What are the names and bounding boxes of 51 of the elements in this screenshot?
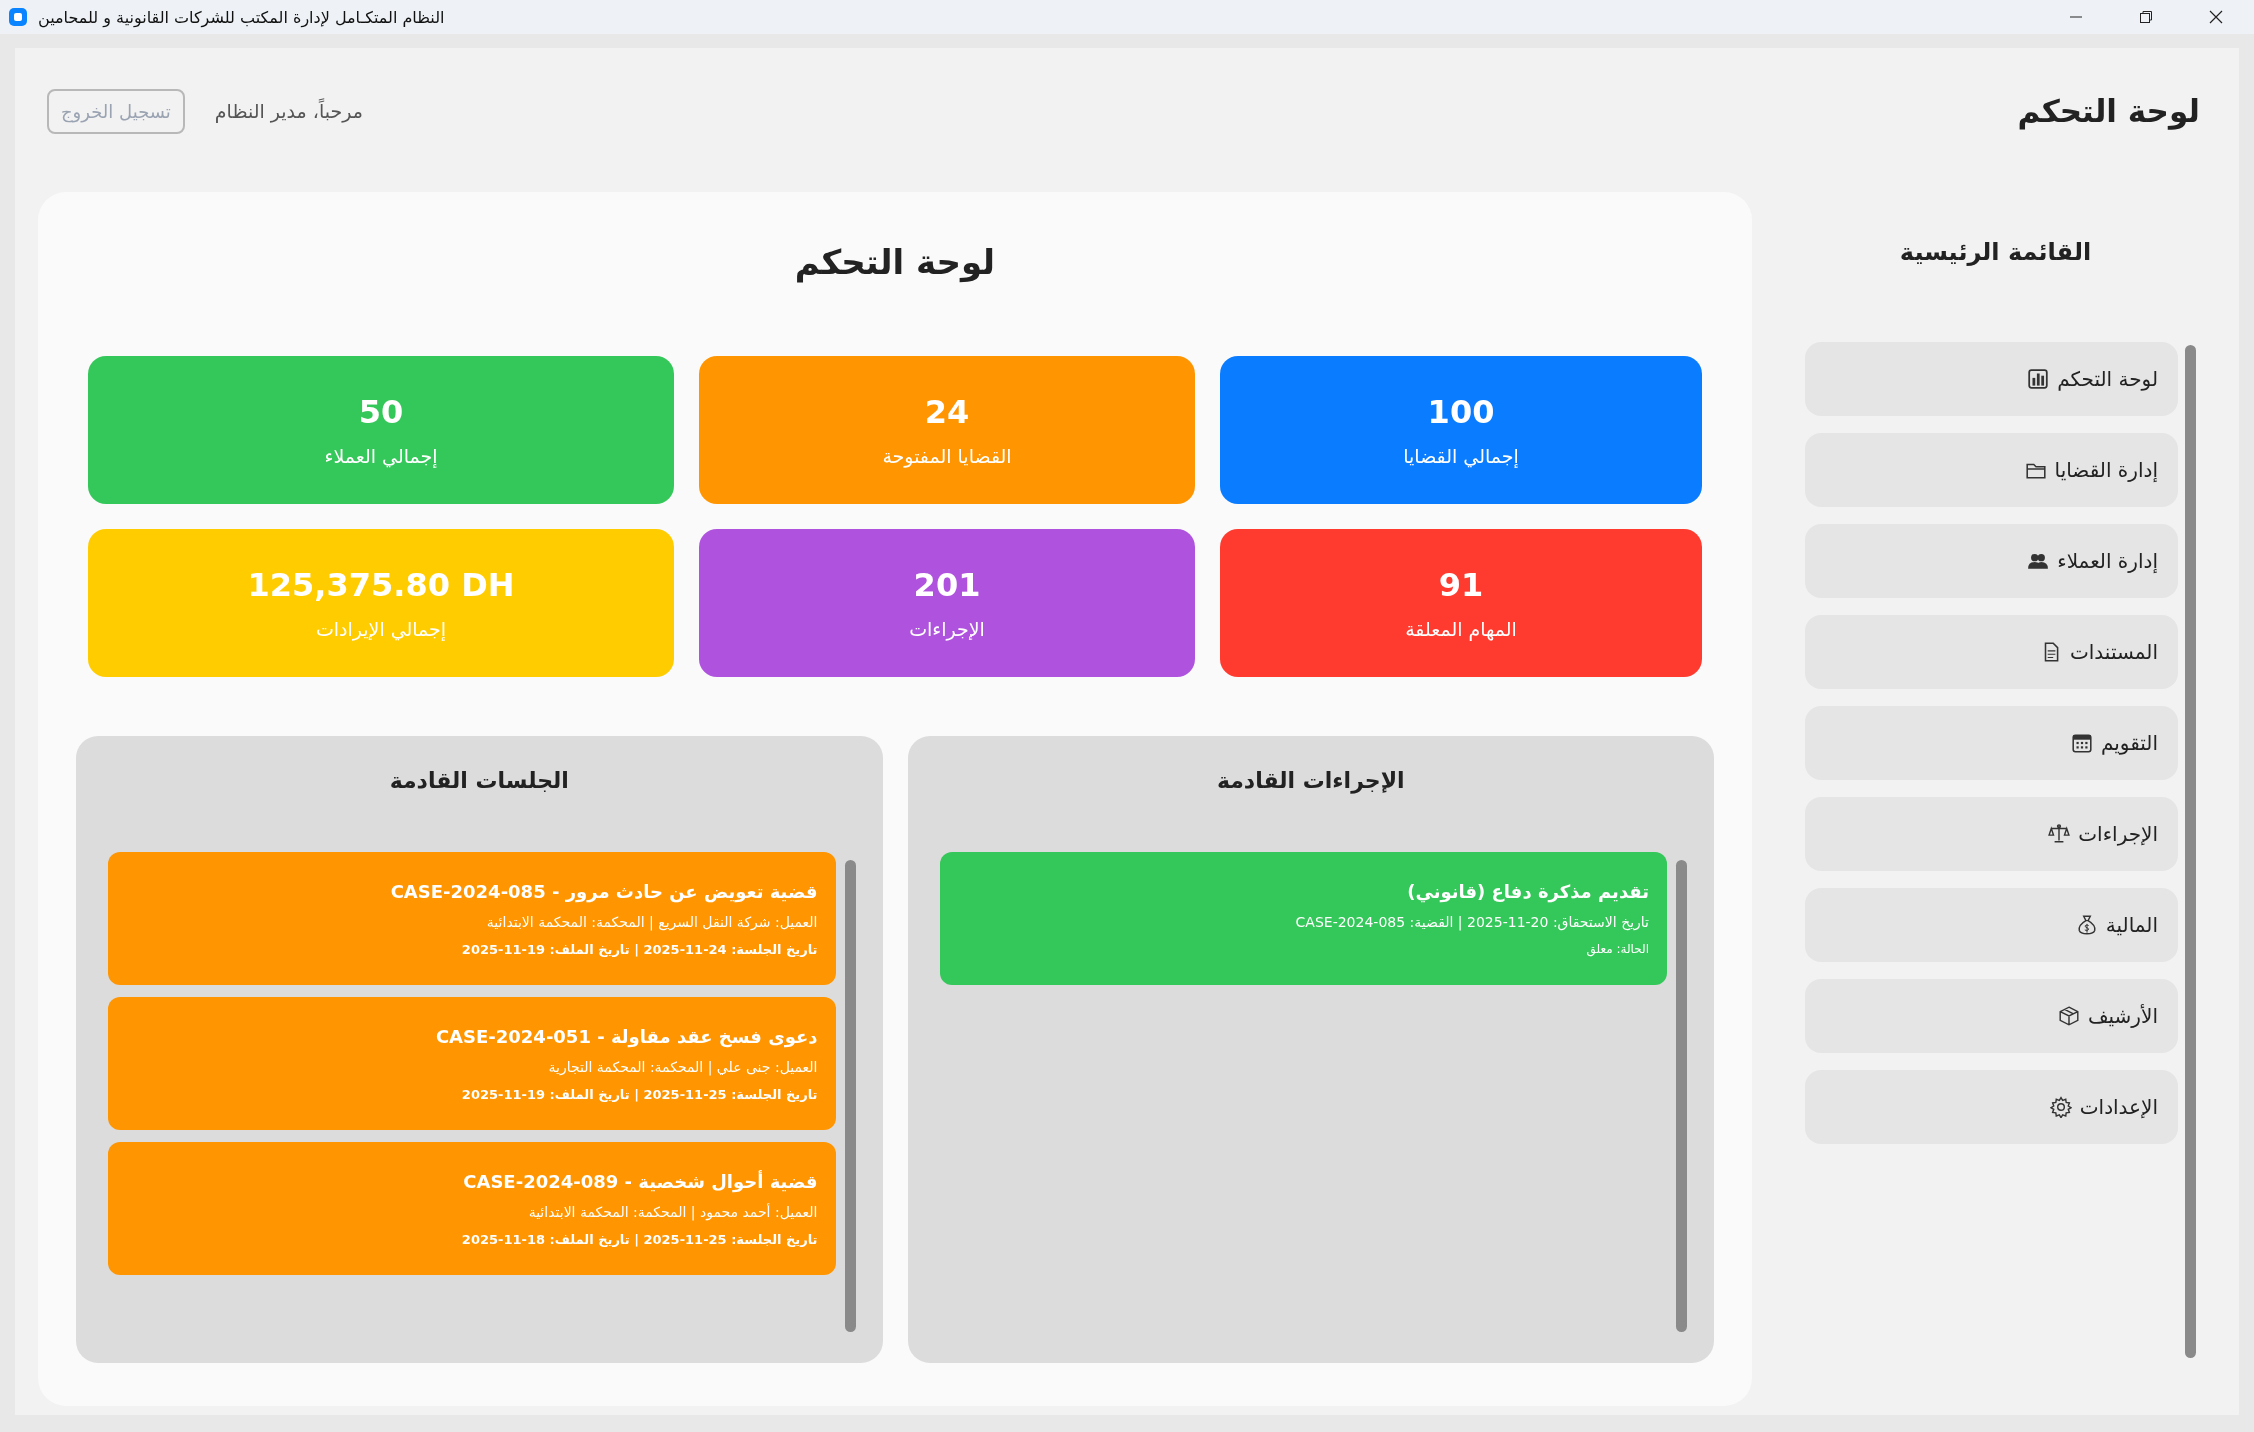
stat-label: إجمالي القضايا bbox=[1403, 445, 1519, 467]
sidebar-item[interactable]: المالية bbox=[1805, 888, 2178, 962]
session-title: قضية تعويض عن حادث مرور - CASE-2024-085 bbox=[389, 880, 818, 902]
close-icon bbox=[2209, 10, 2223, 24]
stat-value: 100 bbox=[1427, 393, 1495, 431]
sidebar-title: القائمة الرئيسية bbox=[1898, 237, 2093, 268]
stat-value: 24 bbox=[924, 393, 970, 431]
settings-icon bbox=[2049, 1096, 2072, 1118]
session-details: العميل: جنى علي | المحكمة: المحكمة التجارية bbox=[547, 1058, 818, 1075]
box-icon bbox=[2057, 1005, 2080, 1027]
session-title: قضية أحوال شخصية - CASE-2024-089 bbox=[462, 1170, 818, 1192]
stat-label: المهام المعلقة bbox=[1405, 618, 1517, 640]
window-title: النظام المتكـامل لإدارة المكتب للشركات القانونية و للمحامين bbox=[38, 7, 445, 27]
stat-value: 125,375.80 DH bbox=[247, 566, 515, 604]
sidebar-item[interactable]: المستندات bbox=[1805, 615, 2178, 689]
sidebar-item[interactable]: الإجراءات bbox=[1805, 797, 2178, 871]
procedure-title: تقديم مذكرة دفاع (قانوني) bbox=[1406, 881, 1649, 902]
dashboard-title: لوحة التحكم bbox=[793, 241, 997, 285]
scrollbar[interactable] bbox=[844, 860, 856, 1332]
stat-value: 50 bbox=[358, 393, 404, 431]
panel-title: الجلسات القادمة bbox=[388, 767, 570, 795]
stat-value: 91 bbox=[1438, 566, 1484, 604]
session-dates: تاريخ الجلسة: 25-11-2025 | تاريخ الملف: 19-11-2025 bbox=[460, 1086, 818, 1102]
stat-label: الإجراءات bbox=[909, 618, 985, 640]
welcome-text: مرحباً، مدير النظام bbox=[214, 100, 363, 122]
sidebar-item[interactable]: الأرشيف bbox=[1805, 979, 2178, 1053]
calendar-icon bbox=[2071, 732, 2093, 754]
page-title: لوحة التحكم bbox=[2017, 93, 2200, 129]
sidebar-item[interactable]: الإعدادات bbox=[1805, 1070, 2178, 1144]
sidebar-item[interactable]: إدارة القضايا bbox=[1805, 433, 2178, 507]
stat-label: إجمالي العملاء bbox=[324, 445, 438, 467]
sidebar-item[interactable]: إدارة العملاء bbox=[1805, 524, 2178, 598]
sidebar-item[interactable]: لوحة التحكم bbox=[1805, 342, 2178, 416]
procedure-details: تاريخ الاستحقاق: 20-11-2025 | القضية: CASE-2024-085 bbox=[1294, 914, 1649, 930]
sidebar-item[interactable]: التقويم bbox=[1805, 706, 2178, 780]
scrollbar[interactable] bbox=[2185, 345, 2196, 1358]
restore-icon bbox=[2139, 10, 2153, 24]
session-dates: تاريخ الجلسة: 24-11-2025 | تاريخ الملف: 19-11-2025 bbox=[460, 941, 818, 957]
stat-label: القضايا المفتوحة bbox=[882, 445, 1012, 467]
procedure-status: الحالة: معلق bbox=[1585, 942, 1649, 956]
session-title: دعوى فسخ عقد مقاولة - CASE-2024-051 bbox=[434, 1025, 818, 1047]
session-details: العميل: أحمد محمود | المحكمة: المحكمة الابتدائية bbox=[527, 1203, 818, 1220]
session-details: العميل: شركة النقل السريع | المحكمة: المحكمة الابتدائية bbox=[485, 913, 818, 930]
stat-value: 201 bbox=[913, 566, 981, 604]
chart-icon bbox=[2027, 368, 2050, 390]
stat-label: إجمالي الإيرادات bbox=[315, 618, 447, 640]
scales-icon bbox=[2048, 823, 2071, 845]
session-dates: تاريخ الجلسة: 25-11-2025 | تاريخ الملف: 18-11-2025 bbox=[460, 1231, 818, 1247]
app-icon bbox=[8, 7, 28, 27]
panel-title: الإجراءات القادمة bbox=[1215, 767, 1406, 796]
scrollbar[interactable] bbox=[1676, 860, 1687, 1332]
